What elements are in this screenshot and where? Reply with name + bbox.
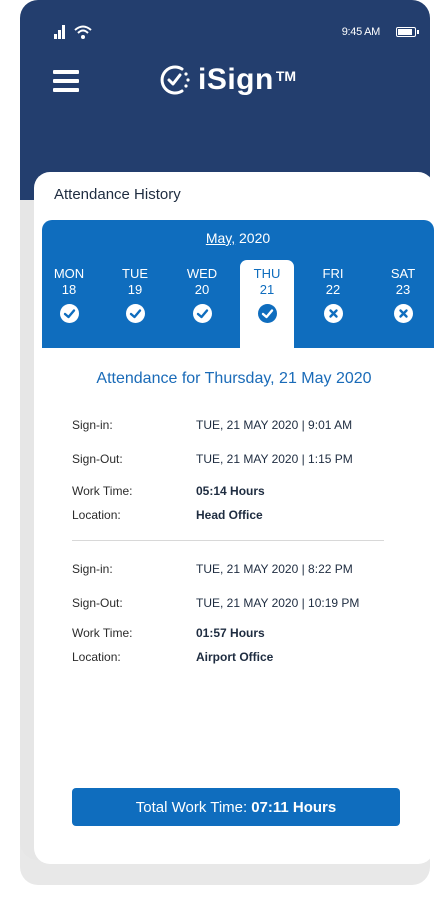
present-check-icon — [192, 304, 212, 323]
location-value: Airport Office — [196, 650, 274, 664]
day-name: TUE — [122, 266, 148, 281]
app-logo: iSign TM — [158, 60, 296, 100]
day-mon[interactable]: MON 18 — [46, 266, 92, 323]
total-label: Total Work Time: — [135, 798, 248, 816]
hamburger-menu-icon[interactable] — [53, 70, 79, 92]
wifi-icon — [74, 25, 92, 39]
day-wed[interactable]: WED 20 — [179, 266, 225, 323]
app-header: 9:45 AM iSign TM — [20, 0, 430, 200]
day-number: 23 — [395, 282, 411, 297]
day-number: 19 — [127, 282, 143, 297]
absent-x-icon — [323, 304, 343, 323]
signin-value: TUE, 21 MAY 2020 | 9:01 AM — [196, 418, 353, 432]
signout-value: TUE, 21 MAY 2020 | 10:19 PM — [196, 596, 360, 610]
day-name: FRI — [322, 266, 344, 281]
present-check-icon — [257, 304, 277, 323]
year: 2020 — [235, 230, 271, 246]
location-value: Head Office — [196, 508, 263, 522]
attendance-heading: Attendance for Thursday, 21 May 2020 — [96, 370, 372, 387]
day-number: 21 — [259, 282, 275, 297]
total-value: 07:11 Hours — [251, 798, 337, 816]
day-name: THU — [253, 266, 281, 281]
attendance-card: Attendance History May, 2020 MON 18 TUE … — [34, 172, 434, 864]
session1-worktime-row: Work Time: 05:14 Hours — [34, 484, 434, 502]
session-divider — [72, 540, 384, 541]
session2-signout-row: Sign-Out: TUE, 21 MAY 2020 | 10:19 PM — [34, 596, 434, 614]
day-name: WED — [186, 266, 218, 281]
session2-signin-row: Sign-in: TUE, 21 MAY 2020 | 8:22 PM — [34, 562, 434, 580]
session1-signout-row: Sign-Out: TUE, 21 MAY 2020 | 1:15 PM — [34, 452, 434, 470]
day-name: SAT — [390, 266, 416, 281]
logo-trademark: TM — [275, 68, 297, 84]
location-label: Location: — [72, 650, 121, 664]
signout-value: TUE, 21 MAY 2020 | 1:15 PM — [196, 452, 353, 466]
worktime-label: Work Time: — [72, 626, 133, 640]
logo-text: iSign — [198, 63, 274, 96]
day-tue[interactable]: TUE 19 — [112, 266, 158, 323]
worktime-label: Work Time: — [72, 484, 133, 498]
status-time: 9:45 AM — [341, 26, 381, 38]
day-number: 20 — [194, 282, 210, 297]
signin-label: Sign-in: — [72, 418, 113, 432]
worktime-value: 01:57 Hours — [196, 626, 265, 640]
month-label[interactable]: May, 2020 — [42, 230, 434, 246]
total-work-time-button[interactable]: Total Work Time: 07:11 Hours — [72, 788, 400, 826]
location-label: Location: — [72, 508, 121, 522]
session2-worktime-row: Work Time: 01:57 Hours — [34, 626, 434, 644]
signout-label: Sign-Out: — [72, 452, 123, 466]
session2-location-row: Location: Airport Office — [34, 650, 434, 668]
card-title: Attendance History — [54, 186, 181, 203]
day-sat[interactable]: SAT 23 — [380, 266, 426, 323]
status-bar: 9:45 AM — [20, 24, 430, 44]
worktime-value: 05:14 Hours — [196, 484, 265, 498]
month-name[interactable]: May, — [206, 230, 235, 246]
day-fri[interactable]: FRI 22 — [310, 266, 356, 323]
battery-icon — [396, 27, 419, 37]
signin-label: Sign-in: — [72, 562, 113, 576]
logo-mark-icon — [160, 65, 190, 95]
signin-value: TUE, 21 MAY 2020 | 8:22 PM — [196, 562, 353, 576]
present-check-icon — [125, 304, 145, 323]
present-check-icon — [59, 304, 79, 323]
absent-x-icon — [393, 304, 413, 323]
day-number: 18 — [61, 282, 77, 297]
day-number: 22 — [325, 282, 341, 297]
day-thu-selected[interactable]: THU 21 — [240, 260, 294, 348]
session1-location-row: Location: Head Office — [34, 508, 434, 526]
session1-signin-row: Sign-in: TUE, 21 MAY 2020 | 9:01 AM — [34, 418, 434, 436]
signout-label: Sign-Out: — [72, 596, 123, 610]
signal-icon — [54, 25, 68, 39]
week-calendar: May, 2020 MON 18 TUE 19 WED 20 THU 21 FR… — [42, 220, 434, 348]
day-name: MON — [53, 266, 85, 281]
